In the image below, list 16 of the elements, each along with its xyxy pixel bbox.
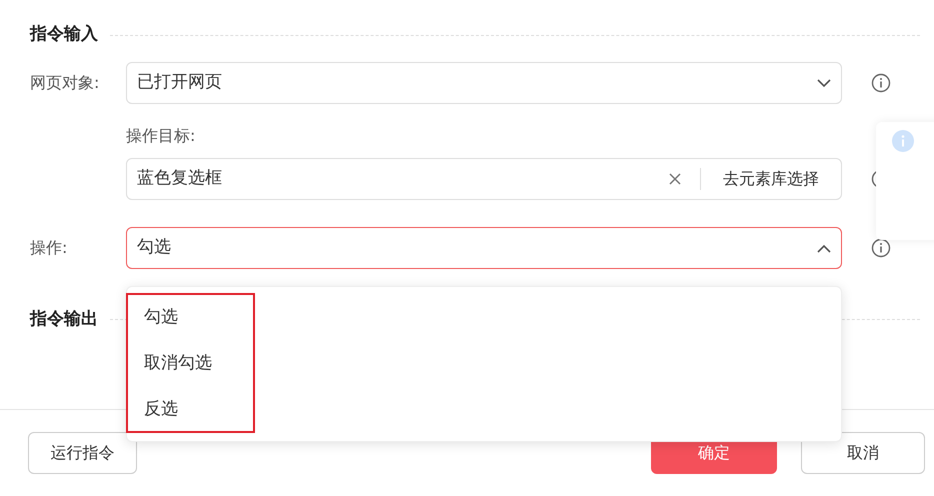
info-icon[interactable] xyxy=(871,73,891,93)
info-icon xyxy=(892,130,914,152)
info-icon[interactable] xyxy=(871,238,891,258)
dropdown-option[interactable]: 取消勾选 xyxy=(127,341,841,387)
section-heading: 指令输出 xyxy=(30,308,98,331)
field-label: 网页对象: xyxy=(30,72,100,94)
browse-button[interactable]: 去元素库选择 xyxy=(701,159,841,199)
field-label: 操作: xyxy=(30,237,68,259)
field-label: 操作目标: xyxy=(126,126,196,145)
dropdown-option[interactable]: 勾选 xyxy=(127,295,841,341)
section-heading: 指令输入 xyxy=(30,23,98,46)
target-field[interactable]: 蓝色复选框 去元素库选择 xyxy=(126,158,842,200)
operation-select[interactable]: 勾选 xyxy=(126,227,842,269)
clear-icon[interactable] xyxy=(668,172,682,186)
page-object-select[interactable]: 已打开网页 xyxy=(126,62,842,104)
dropdown-option[interactable]: 反选 xyxy=(127,387,841,433)
